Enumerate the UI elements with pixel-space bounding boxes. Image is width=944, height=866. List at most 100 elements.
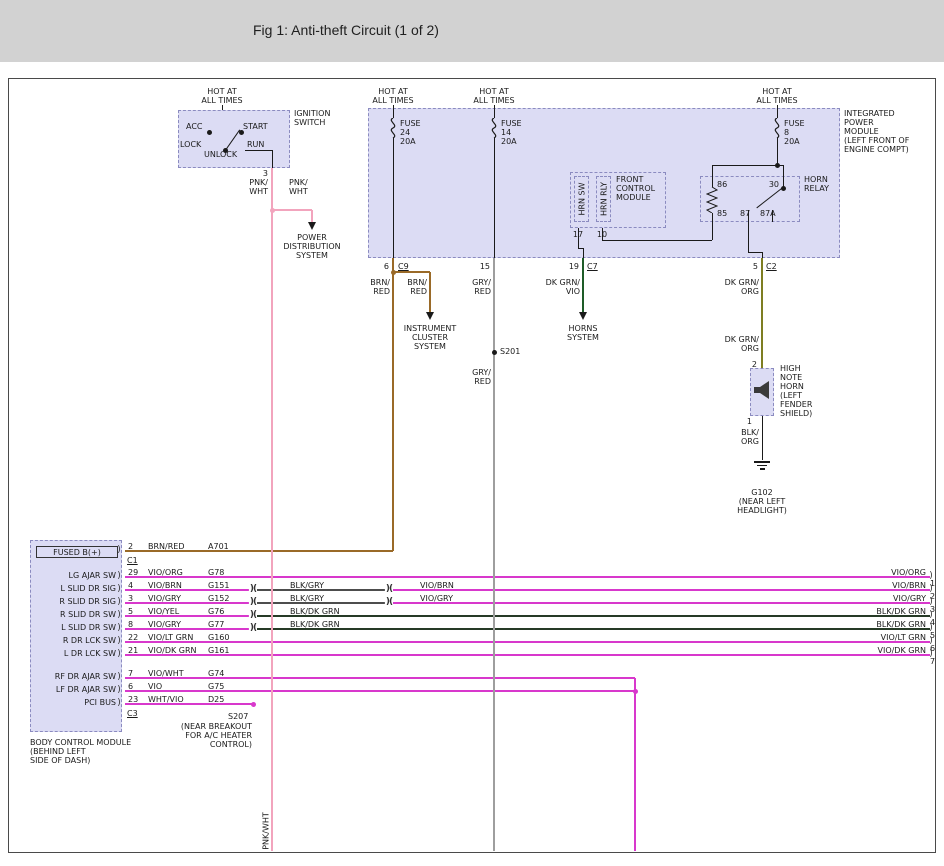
row-6	[125, 690, 635, 692]
horn-symbol	[753, 380, 771, 400]
relay-pin-85: 85	[717, 209, 727, 218]
feed-fuse8	[777, 105, 778, 118]
bcm-pin-22: 22	[128, 633, 138, 642]
pnk-wht-vertical-label: PNK/WHT	[262, 812, 271, 850]
pin-bracket: )	[117, 686, 121, 695]
wire-vio-wht: VIO/WHT	[148, 669, 184, 678]
pin-bracket: )	[929, 585, 933, 594]
relay-pin-86: 86	[717, 180, 727, 189]
fuse-8-symbol	[771, 118, 783, 138]
dk-grn-org-down	[761, 258, 763, 368]
dk-grn-vio-label: DK GRN/ VIO	[546, 278, 580, 296]
relay-pin-87a: 87A	[760, 209, 776, 218]
ipm-pin-5: 5	[753, 262, 758, 271]
r-dr-lck-sw-label: R DR LCK SW	[63, 636, 116, 645]
wire-vio-org: VIO/ORG	[148, 568, 183, 577]
fcm-pin-17: 17	[573, 230, 583, 239]
wire-brn-red: BRN/RED	[148, 542, 185, 551]
s207-label: S207	[228, 712, 248, 721]
row-7	[125, 677, 635, 679]
acc-label: ACC	[186, 122, 203, 131]
fcm-label: FRONT CONTROL MODULE	[616, 175, 655, 202]
horns-system: HORNS SYSTEM	[567, 324, 599, 342]
hot-at-all-times-4: HOT AT ALL TIMES	[756, 87, 797, 105]
lf-dr-ajar-sw-label: LF DR AJAR SW	[56, 685, 116, 694]
circuit-g76: G76	[208, 607, 224, 616]
hot-at-all-times-1: HOT AT ALL TIMES	[201, 87, 242, 105]
pin-bracket: )	[929, 637, 933, 646]
row-4c	[393, 589, 930, 591]
right-vio-dk-grn: VIO/DK GRN	[877, 646, 926, 655]
circuit-g151: G151	[208, 581, 229, 590]
pnk-branch-junction	[270, 208, 275, 213]
relay-feed	[712, 165, 783, 166]
brn-red-label-1: BRN/ RED	[370, 278, 390, 296]
brn-branch-junction	[391, 270, 396, 275]
fuse-14-symbol	[488, 118, 500, 138]
hot-at-all-times-2: HOT AT ALL TIMES	[372, 87, 413, 105]
g102-ground-symbol-bar	[754, 461, 770, 463]
inline-connector-4: )(	[385, 598, 393, 607]
g102-label: G102 (NEAR LEFT HEADLIGHT)	[737, 488, 787, 515]
splice-s207	[251, 702, 256, 707]
gry-main	[493, 258, 495, 851]
hot-at-all-times-3: HOT AT ALL TIMES	[473, 87, 514, 105]
pnk-main	[271, 168, 273, 851]
vio-corner-junction	[633, 689, 638, 694]
mid-vio-gry: VIO/GRY	[420, 594, 453, 603]
pin-bracket: )	[929, 598, 933, 607]
pin-bracket: )	[117, 611, 121, 620]
fuse14-down	[494, 138, 495, 258]
connector-c3: C3	[127, 709, 138, 718]
bcm-pin-29: 29	[128, 568, 138, 577]
bcm-pin-4: 4	[128, 581, 133, 590]
row-5a	[125, 615, 249, 617]
inline-connector-3: )(	[249, 598, 257, 607]
dk-grn-org-label-2: DK GRN/ ORG	[725, 335, 759, 353]
pin-bracket: )	[929, 611, 933, 620]
relay85-stub	[712, 213, 713, 240]
fcm-pin-10: 10	[597, 230, 607, 239]
pin-bracket: )	[929, 624, 933, 633]
ipm-pin-15: 15	[480, 262, 490, 271]
inline-connector-6: )(	[249, 624, 257, 633]
hrn-sw-label: HRN SW	[578, 182, 587, 215]
bcm-pin-6: 6	[128, 682, 133, 691]
wire-vio-brn: VIO/BRN	[148, 581, 182, 590]
pnk-wht-label-1: PNK/ WHT	[249, 178, 268, 196]
right-vio-lt-grn: VIO/LT GRN	[881, 633, 926, 642]
ipm-label: INTEGRATED POWER MODULE (LEFT FRONT OF E…	[844, 109, 909, 154]
bcm-pin-8: 8	[128, 620, 133, 629]
dk-grn-org-label-1: DK GRN/ ORG	[725, 278, 759, 296]
inline-connector-2: )(	[385, 585, 393, 594]
pin-bracket: )	[117, 598, 121, 607]
connector-c2: C2	[766, 262, 777, 271]
feed-fuse24	[393, 105, 394, 118]
row-8a	[125, 628, 249, 630]
right-vio-brn: VIO/BRN	[892, 581, 926, 590]
wire-vio-dk-grn: VIO/DK GRN	[148, 646, 197, 655]
fuse-14-label: FUSE 14 20A	[501, 119, 522, 146]
g102-ground-symbol-bar	[760, 468, 765, 470]
mid-blk-gry-1: BLK/GRY	[290, 581, 324, 590]
horn-relay-label: HORN RELAY	[804, 175, 829, 193]
row-22	[125, 641, 930, 643]
horn-pin-1: 1	[747, 417, 752, 426]
wire-vio-gry-2: VIO/GRY	[148, 620, 181, 629]
inline-connector-1: )(	[249, 585, 257, 594]
bcm-pin-5: 5	[128, 607, 133, 616]
dk-grn-vio-down	[582, 258, 584, 312]
pin-bracket: )	[117, 585, 121, 594]
row-5b	[257, 615, 930, 617]
high-note-horn-label: HIGH NOTE HORN (LEFT FENDER SHIELD)	[780, 364, 812, 418]
r-slid-dr-sig-label: R SLID DR SIG	[59, 597, 116, 606]
feed-fuse14	[494, 105, 495, 118]
pin-bracket: )	[117, 546, 121, 555]
instrument-cluster-system: INSTRUMENT CLUSTER SYSTEM	[404, 324, 457, 351]
l-dr-lck-sw-label: L DR LCK SW	[64, 649, 116, 658]
row-21	[125, 654, 930, 656]
mid-vio-brn: VIO/BRN	[420, 581, 454, 590]
connector-c1: C1	[127, 556, 138, 565]
relay-feed-junction	[775, 163, 780, 168]
wire-vio-yel: VIO/YEL	[148, 607, 179, 616]
